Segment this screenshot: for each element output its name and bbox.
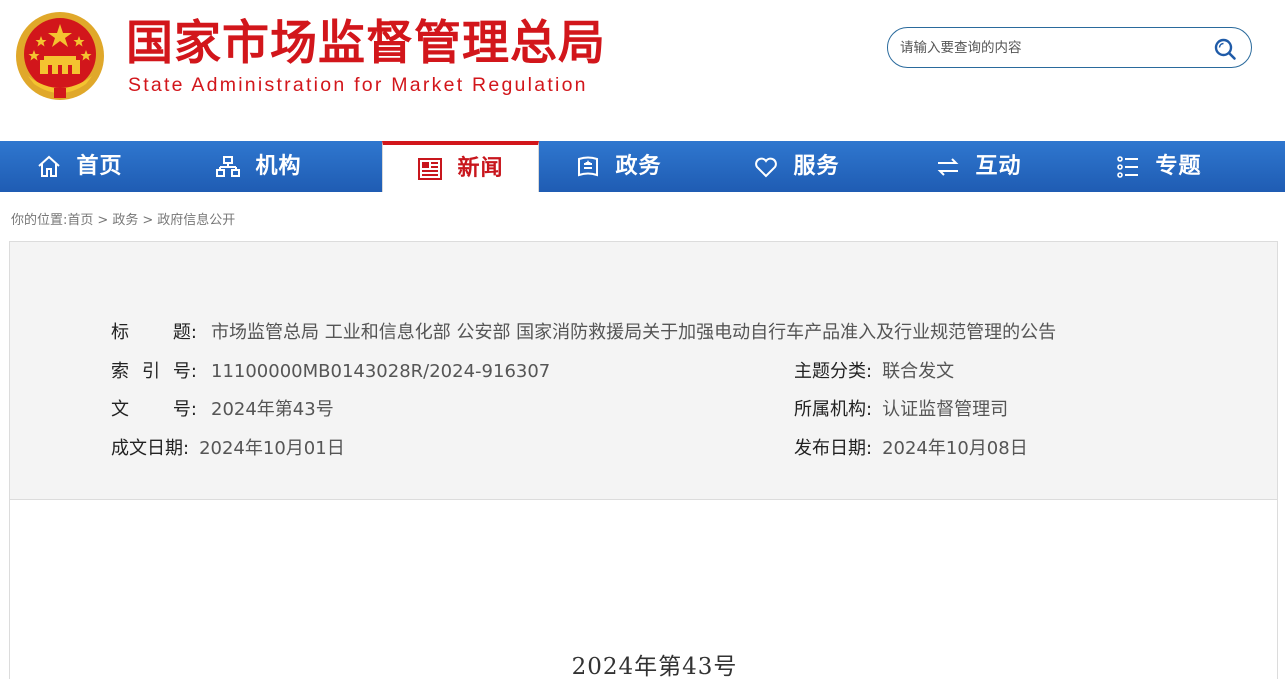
search-icon[interactable] <box>1213 37 1237 61</box>
site-title-en[interactable]: State Administration for Market Regulati… <box>128 73 588 97</box>
document-content: 2024年第43号 <box>9 500 1278 679</box>
nav-label: 专题 <box>1155 153 1202 179</box>
pub-date-value[interactable]: 2024年10月08日 <box>882 436 1028 462</box>
docno-value[interactable]: 2024年第43号 <box>211 397 334 423</box>
index-label: 索 引 号: <box>111 361 197 382</box>
nav-item-org[interactable]: 机构 <box>180 141 337 192</box>
org-value[interactable]: 认证监督管理司 <box>882 397 1008 423</box>
national-emblem-icon[interactable] <box>14 10 106 102</box>
search-input[interactable] <box>900 37 1200 59</box>
breadcrumb-link-affairs[interactable]: 政务 <box>112 213 138 228</box>
info-row-title: 标 题: 市场监管总局 工业和信息化部 公安部 国家消防救援局关于加强电动自行车… <box>111 320 1056 346</box>
nav-item-affairs[interactable]: 政务 <box>540 141 697 192</box>
home-icon <box>38 155 61 177</box>
nav-item-home[interactable]: 首页 <box>1 141 158 192</box>
breadcrumb-separator: > <box>97 213 109 228</box>
date-value[interactable]: 2024年10月01日 <box>199 436 345 462</box>
main-nav: 首页 机构 新闻 政务 服务 互动 专题 <box>0 141 1285 192</box>
info-row-docno: 文 号: 2024年第43号 <box>111 397 334 423</box>
topic-value[interactable]: 联合发文 <box>882 359 954 385</box>
search-box <box>887 27 1252 68</box>
topic-label: 主题分类: <box>794 361 873 382</box>
breadcrumb-prefix: 你的位置: <box>11 213 68 228</box>
list-icon <box>1117 155 1139 178</box>
date-label: 成文日期: <box>111 438 190 459</box>
exchange-icon <box>938 157 959 176</box>
org-chart-icon <box>216 155 241 177</box>
document-number: 2024年第43号 <box>571 654 738 679</box>
newspaper-icon <box>418 157 443 180</box>
site-header: 国家市场监督管理总局 State Administration for Mark… <box>0 0 1285 141</box>
info-row-index: 索 引 号: 11100000MB0143028R/2024-916307 <box>111 359 550 385</box>
nav-item-service[interactable]: 服务 <box>718 141 875 192</box>
title-label: 标 题: <box>111 322 197 343</box>
nav-item-topics[interactable]: 专题 <box>1080 141 1237 192</box>
document-info-panel: 标 题: 市场监管总局 工业和信息化部 公安部 国家消防救援局关于加强电动自行车… <box>9 241 1278 500</box>
pub-date-label: 发布日期: <box>794 438 873 459</box>
nav-label: 服务 <box>793 153 840 179</box>
info-row-org: 所属机构: 认证监督管理司 <box>794 397 1008 423</box>
breadcrumb-separator: > <box>142 213 154 228</box>
nav-item-news[interactable]: 新闻 <box>382 141 539 192</box>
nav-label: 首页 <box>76 153 123 179</box>
info-row-topic: 主题分类: 联合发文 <box>794 359 954 385</box>
nav-label: 政务 <box>615 153 662 179</box>
breadcrumb-link-home[interactable]: 首页 <box>67 213 93 228</box>
info-row-pubdate: 发布日期: 2024年10月08日 <box>794 436 1028 462</box>
breadcrumb: 你的位置:首页 > 政务 > 政府信息公开 <box>11 209 235 228</box>
heart-icon <box>755 157 778 177</box>
org-label: 所属机构: <box>794 399 873 420</box>
site-title-cn[interactable]: 国家市场监督管理总局 <box>126 16 606 72</box>
title-value[interactable]: 市场监管总局 工业和信息化部 公安部 国家消防救援局关于加强电动自行车产品准入及… <box>211 320 1056 346</box>
nav-label: 机构 <box>255 153 302 179</box>
document-icon <box>578 156 599 176</box>
info-row-date: 成文日期: 2024年10月01日 <box>111 436 345 462</box>
nav-label: 互动 <box>975 153 1022 179</box>
nav-item-interact[interactable]: 互动 <box>900 141 1057 192</box>
nav-label: 新闻 <box>457 155 504 181</box>
index-value[interactable]: 11100000MB0143028R/2024-916307 <box>211 359 550 385</box>
breadcrumb-link-info[interactable]: 政府信息公开 <box>157 213 235 228</box>
docno-label: 文 号: <box>111 399 197 420</box>
